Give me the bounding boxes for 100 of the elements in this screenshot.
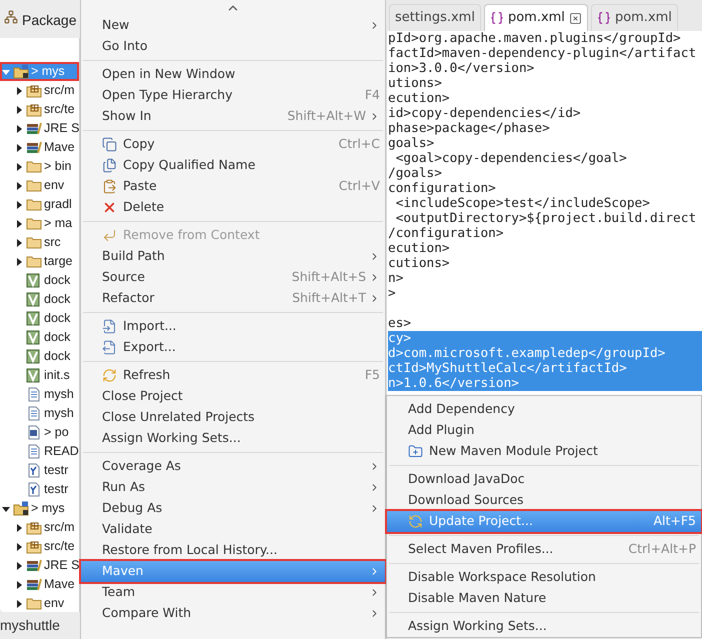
shortcut-label: Shift+Alt+W bbox=[287, 107, 366, 126]
menu-item[interactable]: Close Unrelated Projects bbox=[81, 407, 385, 428]
expand-arrow-icon[interactable] bbox=[15, 162, 23, 170]
menu-item[interactable]: Run As bbox=[81, 477, 385, 498]
return-arrow-icon bbox=[102, 228, 117, 243]
tree-item[interactable]: src bbox=[0, 233, 79, 252]
tree-item[interactable]: > mys bbox=[0, 499, 79, 518]
tree-item[interactable]: gradl bbox=[0, 195, 79, 214]
menu-item[interactable]: Debug As bbox=[81, 498, 385, 519]
menu-item[interactable]: Disable Workspace Resolution bbox=[387, 567, 701, 588]
tree-item[interactable]: testr bbox=[0, 480, 79, 499]
tree-item[interactable]: src/m bbox=[0, 81, 79, 100]
menu-item[interactable]: Assign Working Sets... bbox=[81, 428, 385, 449]
code-line: ion>3.0.0</version> bbox=[388, 61, 534, 76]
script-file-icon bbox=[26, 292, 42, 307]
menu-item[interactable]: Add Plugin bbox=[387, 420, 701, 441]
code-line: /configuration> bbox=[388, 226, 504, 241]
collapse-arrow-icon[interactable] bbox=[2, 504, 10, 512]
expand-arrow-icon[interactable] bbox=[15, 600, 23, 608]
tree-item[interactable]: src/te bbox=[0, 100, 79, 119]
expand-arrow-icon[interactable] bbox=[15, 238, 23, 246]
tree-item[interactable]: mysh bbox=[0, 404, 79, 423]
menu-item[interactable]: Add Dependency bbox=[387, 399, 701, 420]
menu-item[interactable]: Close Project bbox=[81, 386, 385, 407]
import-icon bbox=[102, 319, 117, 334]
expand-arrow-icon[interactable] bbox=[15, 524, 23, 532]
code-line: cy> bbox=[388, 331, 412, 346]
tree-item[interactable]: READ bbox=[0, 442, 79, 461]
tree-item[interactable]: src/m bbox=[0, 518, 79, 537]
tree-item[interactable]: Mave bbox=[0, 138, 79, 157]
code-line: <includeScope>test</includeScope> bbox=[394, 196, 650, 211]
expand-arrow-icon[interactable] bbox=[15, 220, 23, 228]
editor-tab[interactable]: pom.xml bbox=[590, 4, 678, 31]
expand-arrow-icon[interactable] bbox=[15, 124, 23, 132]
menu-item[interactable]: Validate bbox=[81, 519, 385, 540]
menu-item[interactable]: Restore from Local History... bbox=[81, 540, 385, 561]
expand-arrow-icon[interactable] bbox=[15, 144, 23, 152]
tree-item[interactable]: init.s bbox=[0, 366, 79, 385]
menu-item[interactable]: Go Into bbox=[81, 36, 385, 57]
menu-item[interactable]: Copy Qualified Name bbox=[81, 155, 385, 176]
expand-arrow-icon[interactable] bbox=[15, 542, 23, 550]
folder-icon bbox=[26, 216, 42, 231]
tree-item[interactable]: Mave bbox=[0, 575, 79, 594]
tree-item[interactable]: > ma bbox=[0, 214, 79, 233]
folder-icon bbox=[26, 254, 42, 269]
tree-item[interactable]: JRE S bbox=[0, 556, 79, 575]
editor-tab[interactable]: settings.xml bbox=[389, 4, 481, 31]
menu-item[interactable]: Assign Working Sets... bbox=[387, 616, 701, 637]
menu-item[interactable]: Coverage As bbox=[81, 456, 385, 477]
expand-arrow-icon[interactable] bbox=[15, 258, 23, 266]
expand-arrow-icon[interactable] bbox=[15, 562, 23, 570]
package-folder-icon bbox=[26, 539, 42, 554]
tree-item[interactable]: env bbox=[0, 176, 79, 195]
menu-item[interactable]: New bbox=[81, 15, 385, 36]
code-line: phase>package</phase> bbox=[388, 121, 550, 136]
tree-item[interactable]: > po bbox=[0, 423, 79, 442]
menu-item[interactable]: Compare With bbox=[81, 603, 385, 624]
tree-item[interactable]: dock bbox=[0, 347, 79, 366]
menu-item[interactable]: Open Type Hierarchy F4 bbox=[81, 85, 385, 106]
tree-item[interactable]: targe bbox=[0, 252, 79, 271]
expand-arrow-icon[interactable] bbox=[15, 182, 23, 190]
editor-tab[interactable]: pom.xml bbox=[484, 4, 588, 31]
tree-item[interactable]: dock bbox=[0, 271, 79, 290]
menu-item[interactable]: Show In Shift+Alt+W bbox=[81, 106, 385, 127]
tree-item[interactable]: testr bbox=[0, 461, 79, 480]
menu-item[interactable]: Copy Ctrl+C bbox=[81, 134, 385, 155]
expand-arrow-icon[interactable] bbox=[15, 580, 23, 588]
menu-item[interactable]: Refactor Shift+Alt+T bbox=[81, 288, 385, 309]
menu-item[interactable]: Refresh F5 bbox=[81, 365, 385, 386]
menu-item[interactable]: Import... bbox=[81, 316, 385, 337]
menu-item[interactable]: Select Maven Profiles... Ctrl+Alt+P bbox=[387, 539, 701, 560]
tree-item[interactable]: dock bbox=[0, 328, 79, 347]
menu-item[interactable]: Download Sources bbox=[387, 490, 701, 511]
tree-item[interactable]: src/te bbox=[0, 537, 79, 556]
menu-item[interactable]: Open in New Window bbox=[81, 64, 385, 85]
code-line: ecution> bbox=[388, 241, 450, 256]
menu-item[interactable]: Source Shift+Alt+S bbox=[81, 267, 385, 288]
tree-item[interactable]: > bin bbox=[0, 157, 79, 176]
close-icon[interactable] bbox=[568, 12, 582, 24]
tree-item[interactable]: dock bbox=[0, 309, 79, 328]
tree-item[interactable]: mysh bbox=[0, 385, 79, 404]
menu-item[interactable]: Paste Ctrl+V bbox=[81, 176, 385, 197]
menu-item[interactable]: Build Path bbox=[81, 246, 385, 267]
folder-icon bbox=[26, 178, 42, 193]
menu-item[interactable]: Export... bbox=[81, 337, 385, 358]
tree-item[interactable]: dock bbox=[0, 290, 79, 309]
expand-arrow-icon[interactable] bbox=[15, 106, 23, 114]
menu-item[interactable]: Delete bbox=[81, 197, 385, 218]
code-line: d>com.microsoft.exampledep</groupId> bbox=[388, 346, 666, 361]
shortcut-label: Ctrl+Alt+P bbox=[628, 540, 696, 558]
tree-item[interactable]: env bbox=[0, 594, 79, 613]
menu-item[interactable]: Team bbox=[81, 582, 385, 603]
menu-item[interactable]: New Maven Module Project bbox=[387, 441, 701, 462]
expand-arrow-icon[interactable] bbox=[15, 200, 23, 208]
shortcut-label: Shift+Alt+S bbox=[292, 268, 366, 286]
menu-item[interactable]: Download JavaDoc bbox=[387, 469, 701, 490]
menu-item[interactable]: Disable Maven Nature bbox=[387, 588, 701, 609]
expand-arrow-icon[interactable] bbox=[15, 86, 23, 94]
tree-item[interactable]: JRE S bbox=[0, 119, 79, 138]
view-tab[interactable]: Package bbox=[22, 10, 76, 31]
